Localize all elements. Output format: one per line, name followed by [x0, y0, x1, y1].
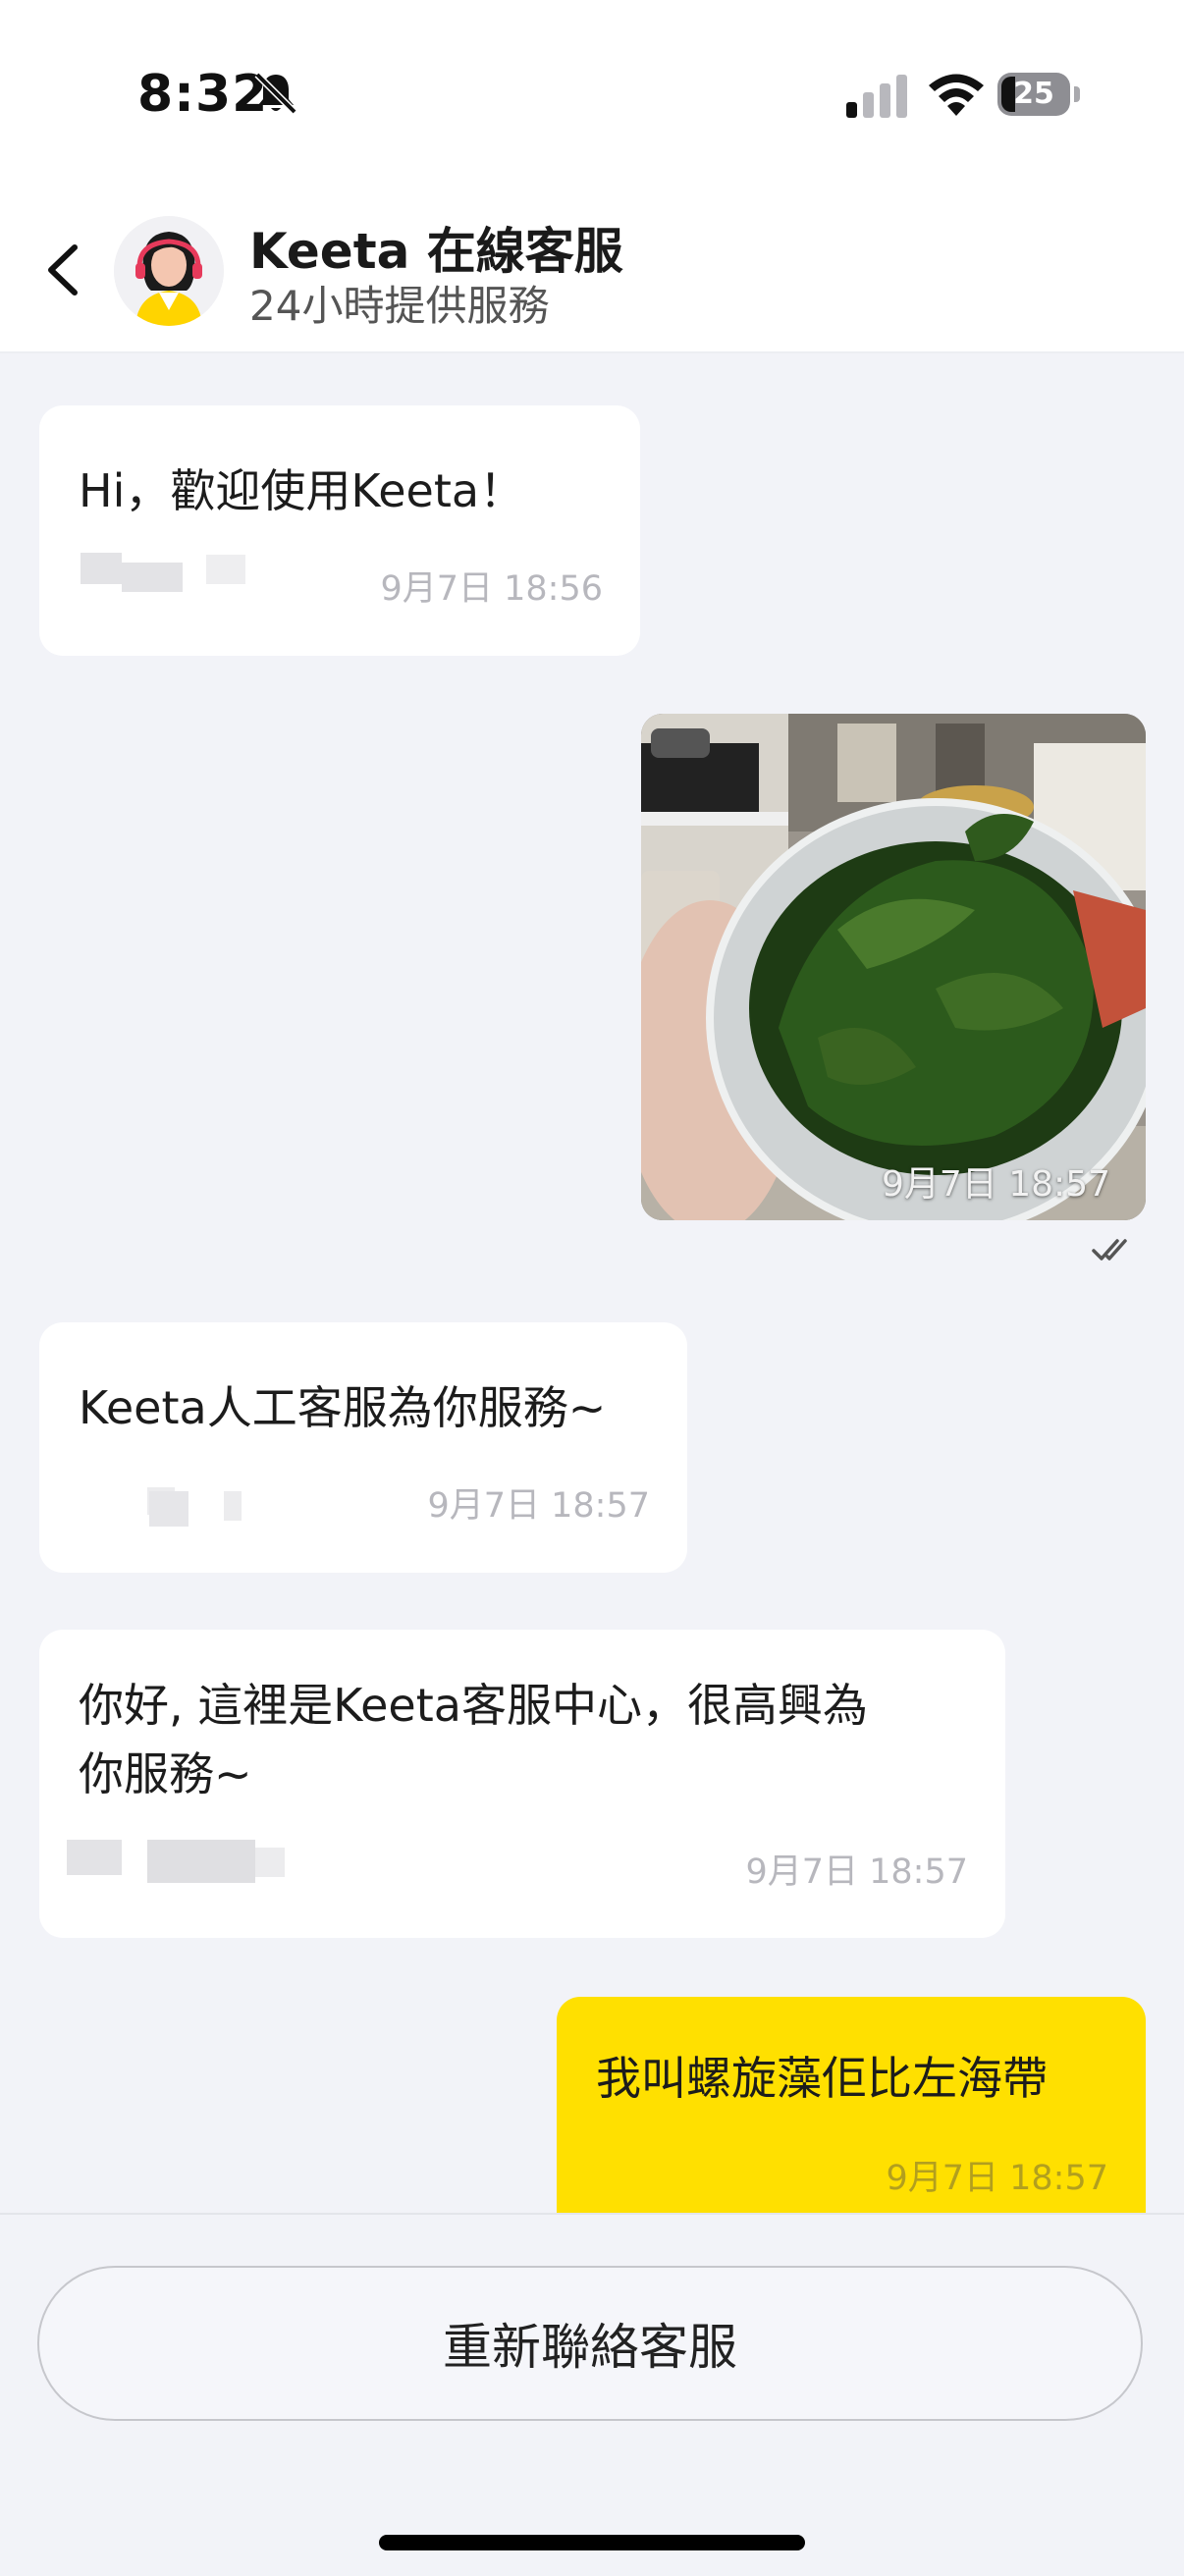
- message-text-line2: 你服務~: [79, 1747, 252, 1800]
- message-text-line1: 你好, 這裡是Keeta客服中心，很高興為: [79, 1679, 868, 1732]
- blurred-name: [147, 1840, 255, 1883]
- home-indicator[interactable]: [379, 2535, 805, 2550]
- blurred-name: [224, 1491, 242, 1521]
- blurred-name: [206, 555, 245, 584]
- message-text: 我叫螺旋藻佢比左海帶: [596, 2052, 1048, 2105]
- blurred-name: [67, 1840, 122, 1875]
- bottom-bar: 重新聯絡客服: [0, 2213, 1184, 2576]
- message-text: Hi，歡迎使用Keeta！: [79, 464, 525, 517]
- blurred-name: [122, 563, 183, 592]
- battery-level: 25: [1013, 77, 1054, 111]
- chat-subtitle: 24小時提供服務: [249, 282, 550, 330]
- chevron-left-icon[interactable]: [35, 236, 90, 304]
- blurred-name: [81, 553, 122, 584]
- message-timestamp: 9月7日 18:57: [886, 2159, 1108, 2198]
- blurred-name: [255, 1848, 285, 1877]
- message-timestamp: 9月7日 18:57: [427, 1486, 650, 1526]
- status-bar: 8:32 25: [0, 0, 1184, 196]
- chat-header: Keeta 在線客服 24小時提供服務: [0, 196, 1184, 353]
- message-text: Keeta人工客服為你服務~: [79, 1381, 607, 1434]
- agent-avatar: [114, 216, 224, 326]
- reconnect-button[interactable]: 重新聯絡客服: [37, 2266, 1143, 2421]
- agent-avatar-icon: [114, 216, 224, 326]
- blurred-name: [149, 1491, 188, 1527]
- message-timestamp: 9月7日 18:56: [380, 569, 603, 609]
- image-message[interactable]: 9月7日 18:57: [641, 714, 1146, 1220]
- battery-icon: 25: [997, 73, 1080, 118]
- message-timestamp: 9月7日 18:57: [745, 1852, 968, 1892]
- seaweed-photo: [641, 714, 1146, 1220]
- status-time: 8:32: [137, 65, 269, 124]
- double-check-icon: [1092, 1239, 1127, 1261]
- agent-message[interactable]: Hi，歡迎使用Keeta！ 9月7日 18:56: [39, 405, 640, 656]
- message-timestamp: 9月7日 18:57: [882, 1164, 1110, 1205]
- user-message[interactable]: 我叫螺旋藻佢比左海帶 9月7日 18:57: [557, 1997, 1146, 2213]
- bell-slash-icon: [254, 72, 297, 115]
- agent-message[interactable]: 你好, 這裡是Keeta客服中心，很高興為 你服務~ 9月7日 18:57: [39, 1630, 1005, 1938]
- wifi-icon: [929, 74, 984, 116]
- agent-message[interactable]: Keeta人工客服為你服務~ 9月7日 18:57: [39, 1322, 687, 1573]
- cellular-signal-icon: [846, 75, 907, 118]
